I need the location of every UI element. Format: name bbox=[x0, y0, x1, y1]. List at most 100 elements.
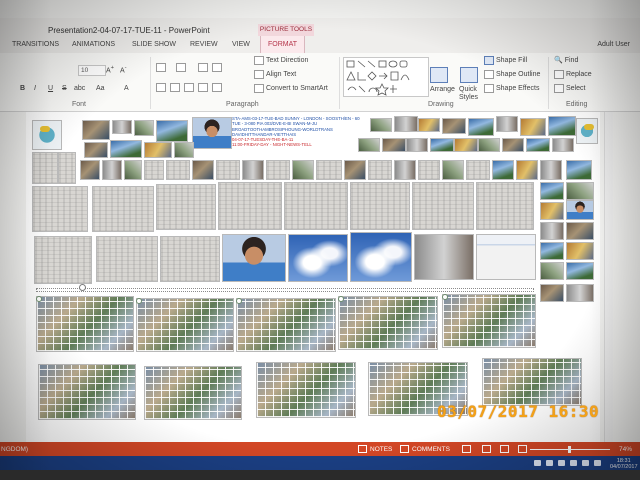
photo-collage[interactable] bbox=[256, 362, 356, 418]
sky-photo[interactable] bbox=[350, 232, 412, 282]
align-right-button[interactable] bbox=[184, 83, 194, 92]
slideshow-view-button[interactable] bbox=[518, 445, 527, 453]
tray-app-icon[interactable] bbox=[546, 460, 553, 466]
newspaper-thumbnail[interactable] bbox=[166, 160, 190, 180]
photo-thumbnail[interactable] bbox=[496, 116, 518, 132]
photo-thumbnail[interactable] bbox=[144, 142, 172, 158]
photo-thumbnail[interactable] bbox=[80, 160, 100, 180]
photo-thumbnail[interactable] bbox=[502, 138, 524, 152]
newspaper-clipping[interactable] bbox=[92, 186, 154, 232]
tab-review[interactable]: REVIEW bbox=[190, 41, 218, 48]
resize-handle-icon[interactable] bbox=[236, 298, 242, 304]
change-case-button[interactable]: Aa bbox=[96, 85, 105, 92]
newspaper-clipping[interactable] bbox=[160, 236, 220, 282]
resize-handle-icon[interactable] bbox=[36, 296, 42, 302]
photo-thumbnail[interactable] bbox=[442, 160, 464, 180]
slide-sorter-button[interactable] bbox=[482, 445, 491, 453]
photo-thumbnail[interactable] bbox=[540, 242, 564, 260]
photo-thumbnail[interactable] bbox=[540, 222, 564, 240]
numbering-button[interactable] bbox=[176, 63, 186, 72]
photo-thumbnail[interactable] bbox=[566, 182, 594, 200]
photo-thumbnail[interactable] bbox=[418, 118, 440, 132]
tab-animations[interactable]: ANIMATIONS bbox=[72, 41, 115, 48]
photo-thumbnail[interactable] bbox=[552, 138, 574, 152]
grow-font-button[interactable]: A+ bbox=[106, 65, 114, 74]
newspaper-thumbnail[interactable] bbox=[316, 160, 342, 180]
newspaper-thumbnail[interactable] bbox=[266, 160, 290, 180]
photo-thumbnail[interactable] bbox=[516, 160, 538, 180]
photo-thumbnail[interactable] bbox=[102, 160, 122, 180]
portrait-photo[interactable] bbox=[566, 200, 594, 220]
underline-button[interactable]: U bbox=[48, 85, 53, 92]
photo-thumbnail[interactable] bbox=[406, 138, 428, 152]
newspaper-thumbnail[interactable] bbox=[58, 152, 76, 184]
photo-thumbnail[interactable] bbox=[566, 284, 594, 302]
photo-thumbnail[interactable] bbox=[478, 138, 500, 152]
shrink-font-button[interactable]: A- bbox=[120, 65, 127, 74]
zoom-percent[interactable]: 74% bbox=[619, 446, 632, 453]
vertical-scrollbar[interactable] bbox=[604, 112, 613, 442]
comments-button[interactable]: COMMENTS bbox=[400, 445, 450, 453]
photo-thumbnail[interactable] bbox=[382, 138, 406, 152]
newspaper-thumbnail[interactable] bbox=[466, 160, 490, 180]
photo-thumbnail[interactable] bbox=[82, 120, 110, 140]
align-text-button[interactable]: Align Text bbox=[254, 70, 296, 79]
photo-thumbnail[interactable] bbox=[112, 120, 132, 134]
photo-thumbnail[interactable] bbox=[540, 284, 564, 302]
photo-thumbnail[interactable] bbox=[454, 138, 478, 152]
tab-view[interactable]: VIEW bbox=[232, 41, 250, 48]
newspaper-thumbnail[interactable] bbox=[144, 160, 164, 180]
font-size-select[interactable]: 10 bbox=[78, 65, 106, 76]
screenshot-thumbnail[interactable] bbox=[476, 234, 536, 280]
char-spacing-button[interactable]: abc bbox=[74, 85, 85, 92]
photo-collage[interactable] bbox=[442, 294, 536, 348]
photo-collage[interactable] bbox=[338, 296, 438, 350]
newspaper-clipping[interactable] bbox=[32, 186, 88, 232]
photo-thumbnail[interactable] bbox=[124, 160, 142, 180]
portrait-photo[interactable] bbox=[192, 117, 232, 149]
world-logo-image[interactable] bbox=[32, 120, 62, 150]
align-center-button[interactable] bbox=[170, 83, 180, 92]
text-direction-button[interactable]: Text Direction bbox=[254, 56, 308, 65]
photo-thumbnail[interactable] bbox=[520, 118, 546, 136]
newspaper-thumbnail[interactable] bbox=[418, 160, 440, 180]
photo-thumbnail[interactable] bbox=[292, 160, 314, 180]
resize-handle-icon[interactable] bbox=[442, 294, 448, 300]
slide-text-box[interactable]: STA-AMS-03-17-TUE-BAD SUNNY - LONDON - S… bbox=[232, 116, 360, 160]
photo-thumbnail[interactable] bbox=[134, 120, 154, 136]
action-center-icon[interactable] bbox=[594, 460, 601, 466]
language-indicator[interactable]: NGDOM) bbox=[1, 446, 28, 453]
photo-thumbnail[interactable] bbox=[84, 142, 108, 158]
bullets-button[interactable] bbox=[156, 63, 166, 72]
photo-thumbnail[interactable] bbox=[468, 118, 494, 136]
street-photo[interactable] bbox=[414, 234, 474, 280]
taskbar-clock[interactable]: 18:31 04/07/2017 bbox=[610, 458, 638, 470]
photo-thumbnail[interactable] bbox=[566, 160, 592, 180]
convert-smartart-button[interactable]: Convert to SmartArt bbox=[254, 84, 328, 93]
align-left-button[interactable] bbox=[156, 83, 166, 92]
normal-view-button[interactable] bbox=[462, 445, 471, 453]
select-button[interactable]: Select bbox=[554, 84, 585, 93]
increase-indent-button[interactable] bbox=[212, 63, 222, 72]
photo-thumbnail[interactable] bbox=[526, 138, 550, 152]
newspaper-clipping[interactable] bbox=[96, 236, 158, 282]
photo-collage[interactable] bbox=[36, 296, 134, 352]
volume-icon[interactable] bbox=[570, 460, 577, 466]
photo-thumbnail[interactable] bbox=[370, 118, 392, 132]
shapes-gallery[interactable] bbox=[343, 57, 429, 97]
newspaper-thumbnail[interactable] bbox=[216, 160, 240, 180]
italic-button[interactable]: I bbox=[34, 85, 36, 92]
photo-thumbnail[interactable] bbox=[110, 140, 142, 158]
resize-handle-icon[interactable] bbox=[338, 296, 344, 302]
arrange-button[interactable] bbox=[430, 67, 448, 83]
newspaper-clipping[interactable] bbox=[412, 182, 474, 230]
photo-thumbnail[interactable] bbox=[540, 182, 564, 200]
photo-thumbnail[interactable] bbox=[566, 242, 594, 260]
newspaper-clipping[interactable] bbox=[34, 236, 92, 284]
tray-app-icon[interactable] bbox=[534, 460, 541, 466]
photo-thumbnail[interactable] bbox=[242, 160, 264, 180]
shape-outline-button[interactable]: Shape Outline bbox=[484, 70, 540, 79]
columns-button[interactable] bbox=[212, 83, 222, 92]
photo-thumbnail[interactable] bbox=[174, 142, 194, 158]
photo-thumbnail[interactable] bbox=[394, 116, 418, 132]
